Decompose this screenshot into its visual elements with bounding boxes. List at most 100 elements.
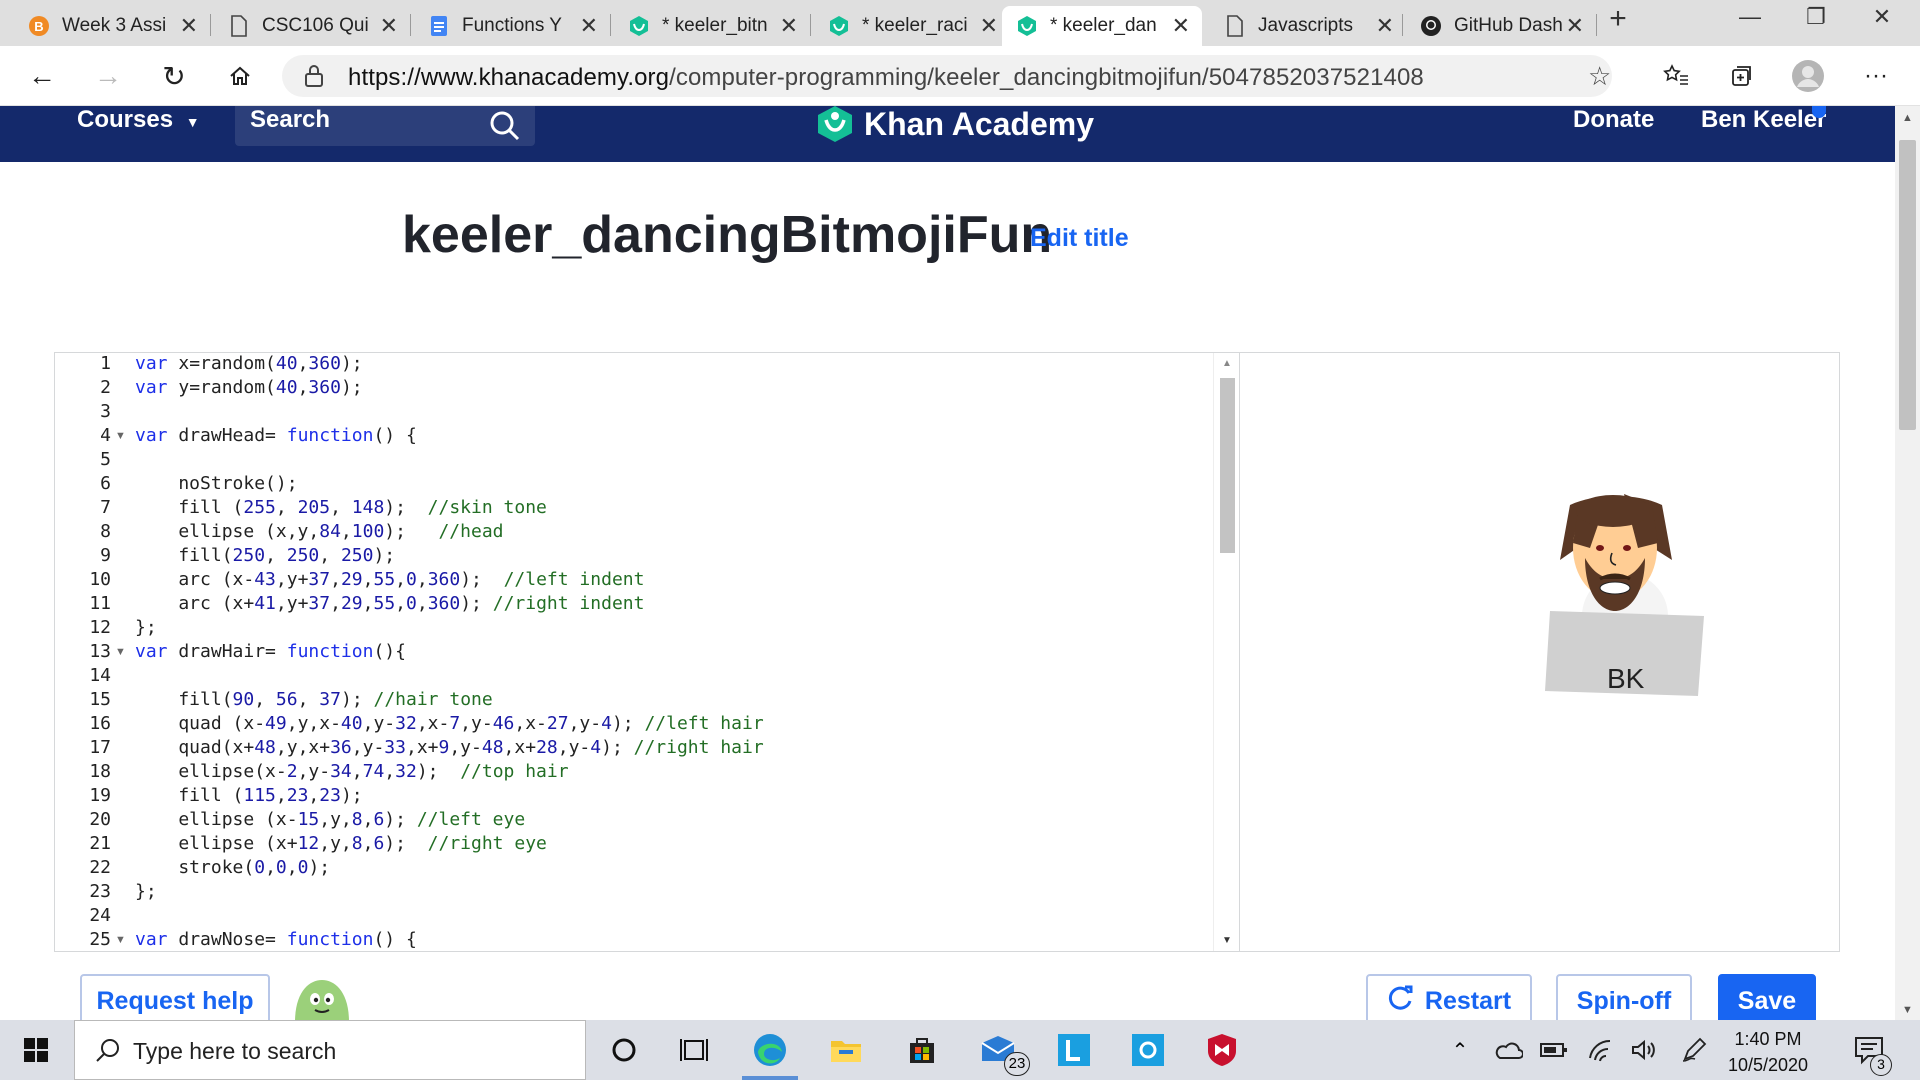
url-field[interactable]: https://www.khanacademy.org/computer-pro…	[282, 55, 1612, 97]
page-scroll-thumb[interactable]	[1899, 140, 1916, 430]
tab-csc106[interactable]: CSC106 Qui ✕	[214, 6, 410, 46]
tab-functions[interactable]: Functions Y ✕	[414, 6, 610, 46]
close-icon[interactable]: ✕	[980, 13, 998, 39]
tab-keeler-dancing[interactable]: * keeler_dan ✕	[1002, 6, 1202, 46]
khan-icon	[1016, 15, 1038, 37]
favorites-icon[interactable]	[1656, 58, 1696, 94]
code-line[interactable]: fill (115,23,23);	[135, 785, 362, 806]
close-icon[interactable]: ✕	[380, 13, 398, 39]
more-icon[interactable]: ···	[1856, 58, 1896, 94]
cortana-icon[interactable]	[606, 1032, 642, 1068]
code-line[interactable]: var drawHead= function() {	[135, 425, 417, 446]
code-line[interactable]: ellipse (x-15,y,8,6); //left eye	[135, 809, 525, 830]
tab-javascripts[interactable]: Javascripts ✕	[1210, 6, 1406, 46]
line-number: 9	[100, 545, 111, 566]
donate-link[interactable]: Donate	[1573, 106, 1654, 134]
close-icon[interactable]: ✕	[180, 13, 198, 39]
battery-icon[interactable]	[1536, 1032, 1572, 1068]
close-icon[interactable]: ✕	[1566, 13, 1584, 39]
code-line[interactable]: ellipse(x-2,y-34,74,32); //top hair	[135, 761, 568, 782]
windows-start-icon[interactable]	[18, 1032, 54, 1068]
tab-label: GitHub Dash	[1454, 15, 1563, 36]
fold-toggle-icon[interactable]: ▼	[115, 646, 126, 658]
pen-icon[interactable]	[1676, 1032, 1712, 1068]
user-menu[interactable]: Ben Keeler	[1701, 106, 1826, 134]
scroll-down-icon[interactable]: ▼	[1222, 935, 1232, 946]
chevron-down-icon: ▼	[185, 114, 200, 130]
edit-title-link[interactable]: Edit title	[1030, 224, 1129, 253]
edge-icon[interactable]	[752, 1032, 788, 1068]
task-view-icon[interactable]	[676, 1032, 712, 1068]
close-icon[interactable]: ✕	[780, 13, 798, 39]
search-icon[interactable]	[489, 110, 521, 147]
khan-academy-logo[interactable]: Khan Academy	[816, 106, 1094, 149]
app-o-icon[interactable]	[1130, 1032, 1166, 1068]
chevron-up-icon[interactable]: ⌃	[1442, 1032, 1478, 1068]
page-icon	[1224, 15, 1246, 37]
collections-icon[interactable]	[1722, 58, 1762, 94]
code-line[interactable]: arc (x+41,y+37,29,55,0,360); //right ind…	[135, 593, 644, 614]
scroll-down-icon[interactable]: ▼	[1902, 1004, 1913, 1016]
code-line[interactable]: var x=random(40,360);	[135, 353, 363, 374]
courses-menu[interactable]: Courses ▼	[77, 106, 200, 134]
tab-label: Javascripts	[1258, 15, 1354, 36]
code-line[interactable]: fill(250, 250, 250);	[135, 545, 395, 566]
code-line[interactable]: var drawNose= function() {	[135, 929, 417, 950]
minimize-button[interactable]: —	[1720, 4, 1780, 30]
output-canvas[interactable]: BK	[1240, 352, 1840, 952]
tab-label: * keeler_dan	[1050, 15, 1157, 36]
scroll-up-icon[interactable]: ▲	[1222, 358, 1232, 369]
code-editor[interactable]: 1 2 3 4 ▼ 5 6 7 8 9 10 11 12 13 ▼ 14 15 16 17 18 19 20 21 22 23 2…	[54, 352, 1240, 952]
home-icon[interactable]	[220, 58, 260, 94]
forward-icon[interactable]: →	[88, 58, 128, 94]
mcafee-icon[interactable]	[1204, 1032, 1240, 1068]
store-icon[interactable]	[904, 1032, 940, 1068]
volume-icon[interactable]	[1626, 1032, 1662, 1068]
tab-week3[interactable]: B Week 3 Assi ✕	[14, 6, 210, 46]
brightspace-icon: B	[28, 15, 50, 37]
taskbar-search-input[interactable]: Type here to search	[74, 1020, 586, 1080]
page-scrollbar[interactable]: ▲ ▼	[1895, 106, 1920, 1022]
back-icon[interactable]: ←	[22, 58, 62, 94]
profile-avatar[interactable]	[1788, 58, 1828, 94]
close-window-button[interactable]: ✕	[1852, 4, 1912, 30]
code-line[interactable]: var y=random(40,360);	[135, 377, 363, 398]
clock[interactable]: 1:40 PM 10/5/2020	[1716, 1026, 1820, 1078]
editor-scroll-thumb[interactable]	[1220, 378, 1235, 553]
close-icon[interactable]: ✕	[1172, 13, 1190, 39]
refresh-icon[interactable]: ↻	[154, 58, 194, 94]
star-icon[interactable]: ☆	[1588, 61, 1611, 92]
code-line[interactable]: stroke(0,0,0);	[135, 857, 330, 878]
code-line[interactable]: };	[135, 881, 157, 902]
search-input[interactable]: Search	[235, 106, 535, 146]
code-line[interactable]: quad (x-49,y,x-40,y-32,x-7,y-46,x-27,y-4…	[135, 713, 763, 734]
code-line[interactable]: var drawHair= function(){	[135, 641, 406, 662]
code-line[interactable]: noStroke();	[135, 473, 297, 494]
tab-keeler-bitmoji[interactable]: * keeler_bitn ✕	[614, 6, 810, 46]
code-line[interactable]: fill (255, 205, 148); //skin tone	[135, 497, 547, 518]
onedrive-icon[interactable]	[1490, 1032, 1526, 1068]
wifi-icon[interactable]	[1582, 1032, 1618, 1068]
close-icon[interactable]: ✕	[580, 13, 598, 39]
close-icon[interactable]: ✕	[1376, 13, 1394, 39]
fold-toggle-icon[interactable]: ▼	[115, 430, 126, 442]
page-title: keeler_dancingBitmojiFun	[402, 206, 1053, 264]
code-line[interactable]: quad(x+48,y,x+36,y-33,x+9,y-48,x+28,y-4)…	[135, 737, 763, 758]
tab-github[interactable]: GitHub Dash ✕	[1406, 6, 1596, 46]
app-l-icon[interactable]	[1056, 1032, 1092, 1068]
tab-keeler-racing[interactable]: * keeler_raci ✕	[814, 6, 1010, 46]
code-line[interactable]: };	[135, 617, 157, 638]
file-explorer-icon[interactable]	[828, 1032, 864, 1068]
line-number: 6	[100, 473, 111, 494]
fold-toggle-icon[interactable]: ▼	[115, 934, 126, 946]
new-tab-button[interactable]: +	[1588, 2, 1648, 36]
code-line[interactable]: fill(90, 56, 37); //hair tone	[135, 689, 492, 710]
editor-scrollbar[interactable]: ▲ ▼	[1213, 353, 1239, 951]
site-header: Courses ▼ Search Khan Academy Donate Ben…	[0, 106, 1903, 162]
code-line[interactable]: ellipse (x,y,84,100); //head	[135, 521, 503, 542]
code-line[interactable]: ellipse (x+12,y,8,6); //right eye	[135, 833, 547, 854]
scroll-up-icon[interactable]: ▲	[1902, 112, 1913, 124]
code-line[interactable]: arc (x-43,y+37,29,55,0,360); //left inde…	[135, 569, 644, 590]
restore-button[interactable]: ❐	[1786, 4, 1846, 30]
right-eye	[1623, 545, 1631, 551]
